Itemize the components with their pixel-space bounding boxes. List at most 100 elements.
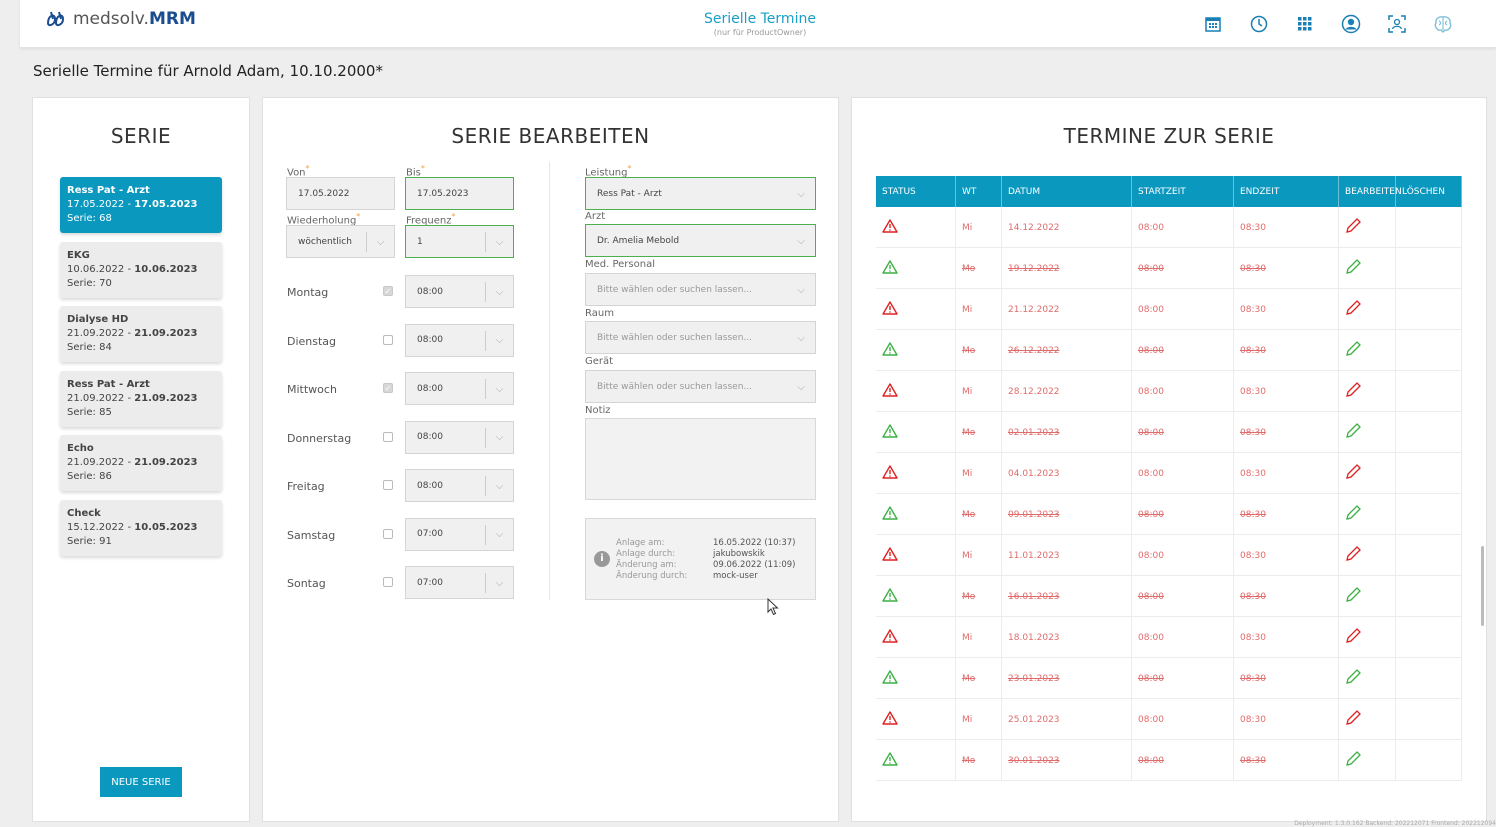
serie-list-item[interactable]: Ress Pat - Arzt 21.09.2022 - 21.09.2023 Se… xyxy=(60,370,222,427)
pencil-icon[interactable] xyxy=(1345,587,1361,606)
serie-list-item[interactable]: Dialyse HD 21.09.2022 - 21.09.2023 Serie: … xyxy=(60,306,222,362)
delete-cell[interactable] xyxy=(1396,207,1462,248)
column-header-bearbeiten[interactable]: BEARBEITEN xyxy=(1339,176,1402,207)
delete-cell[interactable] xyxy=(1396,576,1462,617)
header-title: Serielle Termine (nur für ProductOwner) xyxy=(660,11,860,37)
pencil-icon[interactable] xyxy=(1345,628,1361,647)
cell-end-text: 08:30 xyxy=(1240,673,1266,684)
delete-cell[interactable] xyxy=(1396,494,1462,535)
cell-datum-text: 02.01.2023 xyxy=(1008,427,1060,438)
pencil-icon[interactable] xyxy=(1345,505,1361,524)
aenderung-am-label: Änderung am: xyxy=(616,560,677,570)
weekday-time-select[interactable]: 08:00 ⌵ xyxy=(405,469,514,502)
pencil-icon[interactable] xyxy=(1345,341,1361,360)
weekday-checkbox[interactable]: ✓ xyxy=(383,286,393,296)
pencil-icon[interactable] xyxy=(1345,382,1361,401)
pencil-icon[interactable] xyxy=(1345,751,1361,770)
pencil-icon[interactable] xyxy=(1345,259,1361,278)
anlage-am-value: 16.05.2022 (10:37) xyxy=(713,538,796,548)
serie-date-separator: - xyxy=(124,392,135,404)
header-icons xyxy=(1203,14,1453,34)
arzt-select[interactable]: Dr. Amelia Mebold ⌵ xyxy=(585,224,816,257)
delete-cell[interactable] xyxy=(1396,535,1462,576)
pencil-icon[interactable] xyxy=(1345,669,1361,688)
new-serie-button[interactable]: NEUE SERIE xyxy=(100,767,182,797)
weekday-time-select[interactable]: 07:00 ⌵ xyxy=(405,517,514,551)
chevron-down-icon: ⌵ xyxy=(797,235,805,247)
cell-wt-text: Mo xyxy=(962,673,976,684)
leistung-select[interactable]: Ress Pat - Arzt ⌵ xyxy=(585,177,816,210)
column-header-loeschen[interactable]: LÖSCHEN xyxy=(1396,176,1462,207)
weekday-label: Donnerstag xyxy=(287,431,352,445)
scan-icon[interactable] xyxy=(1387,14,1407,34)
delete-cell[interactable] xyxy=(1396,412,1462,453)
cell-start: 08:00 xyxy=(1132,412,1234,453)
delete-cell[interactable] xyxy=(1396,248,1462,289)
scrollbar-thumb[interactable] xyxy=(1481,546,1484,626)
pencil-icon[interactable] xyxy=(1345,710,1361,729)
raum-select[interactable]: Bitte wählen oder suchen lassen... ⌵ xyxy=(585,321,816,354)
app-logo[interactable]: medsolv. MRM xyxy=(45,9,196,29)
weekday-label: Samstag xyxy=(287,528,336,542)
weekday-checkbox[interactable] xyxy=(383,528,393,539)
cell-start-text: 08:00 xyxy=(1138,386,1164,397)
serie-list-item[interactable]: Ress Pat - Arzt 17.05.2022 - 17.05.2023 Se… xyxy=(60,177,222,233)
weekday-time-select[interactable]: 08:00 ⌵ xyxy=(405,372,514,405)
logo-prefix: medsolv. xyxy=(73,9,149,29)
weekday-checkbox[interactable] xyxy=(383,334,393,345)
column-header-startzeit[interactable]: STARTZEIT xyxy=(1132,176,1234,207)
column-header-datum[interactable]: DATUM xyxy=(1002,176,1132,207)
frequenz-select[interactable]: 1 ⌵ xyxy=(405,225,514,258)
weekday-time-select[interactable]: 07:00 ⌵ xyxy=(405,566,514,599)
weekday-time-select[interactable]: 08:00 ⌵ xyxy=(405,275,514,308)
weekday-label: Dienstag xyxy=(287,334,337,348)
wiederholung-select[interactable]: wöchentlich ⌵ xyxy=(286,225,395,258)
weekday-time-select[interactable]: 08:00 ⌵ xyxy=(405,323,514,357)
delete-cell[interactable] xyxy=(1396,330,1462,371)
table-row: Mi 21.12.2022 08:00 08:30 xyxy=(876,289,1462,330)
bis-input[interactable]: 17.05.2023 xyxy=(405,177,514,210)
column-header-status[interactable]: STATUS xyxy=(876,176,956,207)
user-icon[interactable] xyxy=(1341,14,1361,34)
delete-cell[interactable] xyxy=(1396,617,1462,658)
table-row: Mi 25.01.2023 08:00 08:30 xyxy=(876,699,1462,740)
serie-list-item[interactable]: EKG 10.06.2022 - 10.06.2023 Serie: 70 xyxy=(60,241,222,298)
serie-to: 21.09.2023 xyxy=(134,328,198,339)
pencil-icon[interactable] xyxy=(1345,546,1361,565)
delete-cell[interactable] xyxy=(1396,453,1462,494)
pencil-icon[interactable] xyxy=(1345,300,1361,319)
info-icon: i xyxy=(594,551,610,567)
weekday-checkbox[interactable] xyxy=(383,577,393,587)
cell-end: 08:30 xyxy=(1234,494,1339,535)
weekday-time-select[interactable]: 08:00 ⌵ xyxy=(405,420,514,454)
von-input[interactable]: 17.05.2022 xyxy=(286,177,395,210)
notiz-textarea[interactable] xyxy=(585,418,816,500)
clock-icon[interactable] xyxy=(1249,14,1269,34)
column-header-endzeit[interactable]: ENDZEIT xyxy=(1234,176,1339,207)
pencil-icon[interactable] xyxy=(1345,423,1361,442)
delete-cell[interactable] xyxy=(1396,699,1462,740)
column-header-wt[interactable]: WT xyxy=(956,176,1002,207)
weekday-time-value: 07:00 xyxy=(417,529,443,539)
weekday-checkbox[interactable] xyxy=(383,480,393,490)
serie-list-item[interactable]: Echo 21.09.2022 - 21.09.2023 Serie: 86 xyxy=(60,435,222,491)
delete-cell[interactable] xyxy=(1396,289,1462,330)
personal-select[interactable]: Bitte wählen oder suchen lassen... ⌵ xyxy=(585,273,816,306)
delete-cell[interactable] xyxy=(1396,371,1462,412)
cell-end: 08:30 xyxy=(1234,289,1339,330)
brain-icon[interactable] xyxy=(1433,14,1453,34)
cell-wt-text: Mi xyxy=(962,632,973,643)
pencil-icon[interactable] xyxy=(1345,218,1361,237)
weekday-checkbox[interactable]: ✓ xyxy=(383,383,393,393)
calendar-icon[interactable] xyxy=(1203,14,1223,34)
delete-cell[interactable] xyxy=(1396,658,1462,699)
delete-cell[interactable] xyxy=(1396,740,1462,781)
cell-start-text: 08:00 xyxy=(1138,304,1164,315)
weekday-checkbox[interactable] xyxy=(383,431,393,442)
scrollbar[interactable] xyxy=(1481,208,1484,798)
geraet-select[interactable]: Bitte wählen oder suchen lassen... ⌵ xyxy=(585,370,816,403)
grid-icon[interactable] xyxy=(1295,14,1315,34)
cell-wt-text: Mo xyxy=(962,263,976,274)
serie-list-item[interactable]: Check 15.12.2022 - 10.05.2023 Serie: 91 xyxy=(60,499,222,556)
pencil-icon[interactable] xyxy=(1345,464,1361,483)
